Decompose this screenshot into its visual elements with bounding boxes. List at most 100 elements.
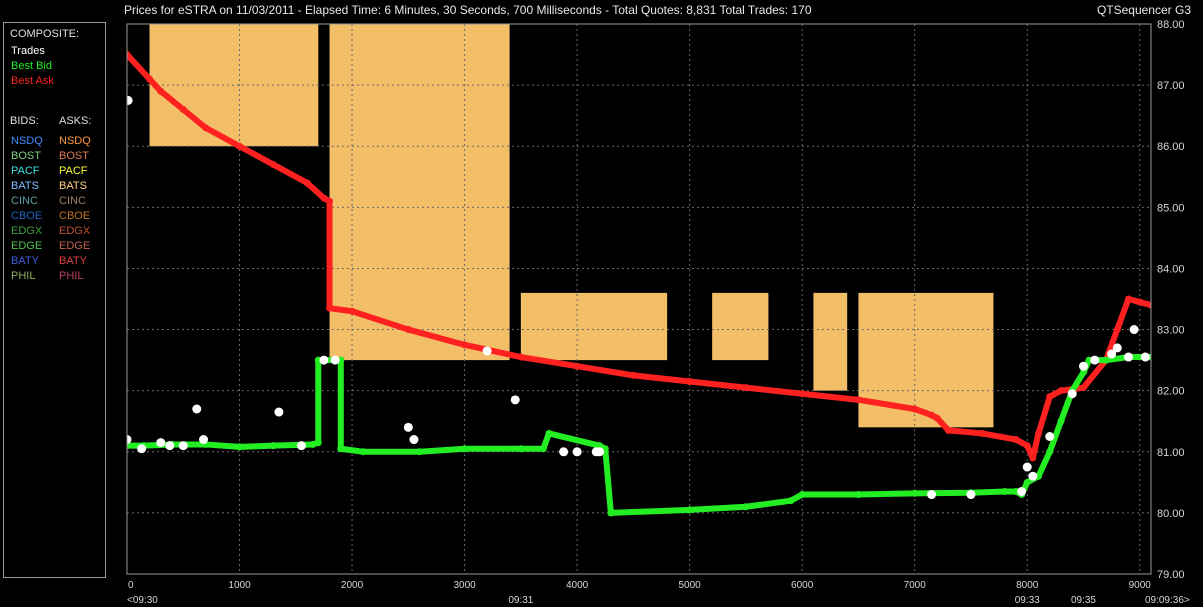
y-tick-label: 82.00 (1157, 386, 1185, 398)
trade-point (296, 441, 306, 451)
trade-point (403, 422, 413, 432)
trade-point (127, 95, 133, 105)
trade-point (1022, 462, 1032, 472)
x-tick-label: 3000 (453, 580, 476, 591)
trade-point (199, 435, 209, 445)
best-ask-point (1079, 384, 1087, 392)
trade-point (1067, 389, 1077, 399)
best-bid-point (314, 439, 322, 447)
x-tick-label: 6000 (791, 580, 814, 591)
x-tick-label: 1000 (228, 580, 251, 591)
best-ask-point (326, 197, 334, 205)
best-bid-point (359, 448, 367, 456)
best-ask-point (1057, 387, 1065, 395)
trade-point (1129, 325, 1139, 335)
ask-quote-region (858, 292, 994, 428)
best-bid-point (269, 442, 277, 450)
ask-quote-region (813, 292, 848, 391)
trade-point (1045, 432, 1055, 441)
x-tick-label: 8000 (1016, 580, 1039, 591)
best-ask-point (1046, 393, 1054, 401)
best-ask-point (944, 426, 952, 434)
best-bid-point (1046, 448, 1054, 456)
time-label: 09:35 (1071, 595, 1096, 606)
best-ask-point (348, 307, 356, 315)
y-tick-label: 79.00 (1157, 569, 1185, 581)
y-tick-label: 84.00 (1157, 263, 1185, 275)
best-ask-point (742, 384, 750, 392)
best-ask-point (911, 405, 919, 413)
best-ask-point (236, 142, 244, 150)
best-bid-point (416, 448, 424, 456)
trade-point (1112, 343, 1122, 353)
trade-point (178, 441, 188, 451)
trade-point (482, 346, 492, 356)
best-ask-point (573, 362, 581, 370)
best-ask-point (157, 87, 165, 95)
best-ask-point (179, 106, 187, 114)
y-tick-label: 83.00 (1157, 325, 1185, 337)
trade-point (572, 447, 582, 457)
price-chart: 79.00 80.00 81.00 82.00 83.00 84.00 85.00 86.00… (126, 19, 1190, 606)
y-tick-label: 85.00 (1157, 202, 1185, 214)
best-ask-point (146, 75, 154, 83)
best-ask-point (933, 414, 941, 422)
trade-point (274, 407, 284, 417)
best-ask-point (1023, 442, 1031, 450)
trade-point (1078, 361, 1088, 371)
best-bid-point (545, 429, 553, 437)
best-bid-point (607, 509, 615, 517)
x-tick-label: 5000 (679, 580, 702, 591)
x-tick-label: 7000 (904, 580, 927, 591)
trade-point (192, 404, 202, 414)
best-ask-point (1136, 298, 1144, 306)
best-bid-point (1057, 417, 1065, 425)
best-ask-point (854, 396, 862, 404)
best-bid-point (539, 445, 547, 453)
time-label: 09:31 (508, 595, 533, 606)
trade-point (330, 355, 340, 365)
ask-quote-region (520, 292, 668, 361)
best-bid-point (686, 506, 694, 514)
y-tick-label: 88.00 (1157, 19, 1185, 31)
trade-point (165, 441, 175, 451)
trade-point (1017, 487, 1027, 496)
best-bid-point (337, 445, 345, 453)
best-bid-point (517, 445, 525, 453)
best-bid-point (1102, 356, 1110, 364)
y-tick-label: 86.00 (1157, 141, 1185, 153)
time-label: 09:09:36> (1145, 595, 1190, 606)
x-tick-label: 0 (128, 580, 134, 591)
best-bid-point (911, 489, 919, 497)
best-ask-point (1124, 295, 1132, 303)
trade-point (156, 438, 166, 448)
time-label: <09:30 (127, 595, 158, 606)
best-ask-point (326, 304, 334, 312)
best-bid-point (787, 497, 795, 505)
best-ask-point (202, 124, 210, 132)
best-ask-point (269, 161, 277, 169)
trade-point (1090, 355, 1100, 365)
best-ask-point (303, 179, 311, 187)
x-tick-label: 4000 (566, 580, 589, 591)
trade-point (510, 395, 520, 405)
best-bid-point (236, 443, 244, 451)
best-ask-point (1034, 429, 1042, 437)
best-ask-point (404, 326, 412, 334)
best-bid-point (742, 503, 750, 511)
trade-point (1140, 352, 1150, 362)
best-bid-point (854, 491, 862, 499)
trade-point (1028, 471, 1038, 481)
best-ask-point (978, 429, 986, 437)
best-ask-point (461, 341, 469, 349)
y-tick-label: 80.00 (1157, 508, 1185, 520)
best-bid-point (1001, 488, 1009, 495)
best-bid-point (1023, 478, 1031, 486)
best-ask-point (1012, 436, 1020, 444)
trade-point (595, 447, 605, 457)
trade-point (409, 435, 419, 445)
trade-point (966, 490, 976, 500)
trade-point (1123, 352, 1133, 362)
x-tick-label: 9000 (1129, 580, 1152, 591)
y-tick-label: 81.00 (1157, 447, 1185, 459)
